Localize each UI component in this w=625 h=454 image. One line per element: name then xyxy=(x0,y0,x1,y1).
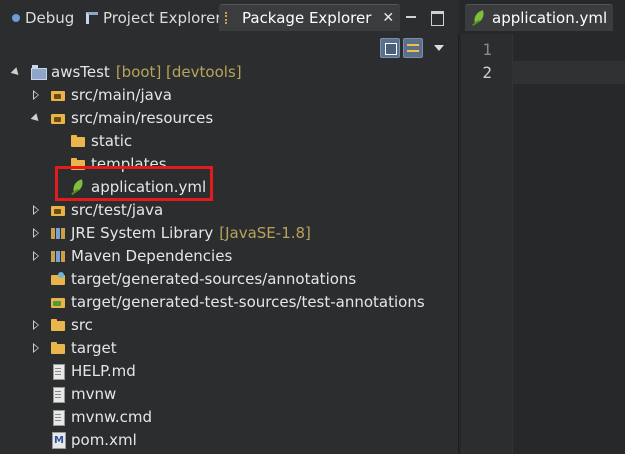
project-icon xyxy=(30,64,47,80)
tree-item-label: src/main/java xyxy=(71,85,172,104)
package-explorer-icon xyxy=(225,12,237,24)
line-number: 1 xyxy=(482,40,492,59)
view-menu-chevron-down-icon[interactable] xyxy=(432,38,446,58)
collapsed-arrow-icon[interactable] xyxy=(30,89,42,101)
tab-label: Project Explorer xyxy=(103,8,222,27)
close-icon[interactable]: ✕ xyxy=(382,10,394,26)
selection-highlight-box xyxy=(55,166,213,201)
generated-folder-icon xyxy=(50,271,66,287)
folder-icon xyxy=(50,340,66,356)
maven-pom-icon xyxy=(50,431,66,449)
tree-item[interactable]: src/test/java xyxy=(33,198,164,221)
folder-icon xyxy=(70,133,86,149)
collapse-all-icon[interactable] xyxy=(380,38,400,58)
debug-icon xyxy=(12,13,20,22)
view-tab-bar: Debug Project Explorer Package Explorer … xyxy=(0,0,459,34)
tab-label: Debug xyxy=(25,8,75,27)
package-explorer-view: Debug Project Explorer Package Explorer … xyxy=(0,0,459,454)
tree-item-label: target/generated-test-sources/test-annot… xyxy=(71,292,425,311)
tab-label: Package Explorer xyxy=(242,9,372,27)
maximize-icon[interactable] xyxy=(430,10,444,26)
tree-item[interactable]: Maven Dependencies xyxy=(33,244,233,267)
collapsed-arrow-icon[interactable] xyxy=(30,342,42,354)
tree-item-label: awsTest xyxy=(51,62,110,81)
tree-item-label: Maven Dependencies xyxy=(71,246,233,265)
view-toolbar xyxy=(380,38,446,60)
collapsed-arrow-icon[interactable] xyxy=(30,250,42,262)
editor-tab-label: application.yml xyxy=(492,9,608,27)
tree-item-label: mvnw.cmd xyxy=(71,407,153,426)
tree-item[interactable]: src xyxy=(33,313,93,336)
tree-item-label: src xyxy=(71,315,93,334)
tab-package-explorer[interactable]: Package Explorer ✕ xyxy=(219,4,401,31)
line-number: 2 xyxy=(482,63,492,82)
tree-item-label: JRE System Library xyxy=(71,223,214,242)
tab-application-yml[interactable]: application.yml xyxy=(465,4,614,31)
minimize-icon[interactable] xyxy=(404,10,418,24)
tree-item[interactable]: HELP.md xyxy=(50,359,136,382)
spring-leaf-icon xyxy=(471,10,487,26)
tree-item[interactable]: src/main/java xyxy=(33,83,172,106)
generated-test-folder-icon xyxy=(50,294,66,310)
tree-item[interactable]: static xyxy=(70,129,132,152)
project-explorer-icon xyxy=(86,11,98,24)
source-folder-icon xyxy=(50,202,66,218)
link-with-editor-icon[interactable] xyxy=(403,38,423,58)
tree-item[interactable]: awsTest [boot] [devtools] xyxy=(30,60,242,83)
tree-item[interactable]: mvnw xyxy=(50,382,116,405)
expanded-arrow-icon[interactable] xyxy=(10,66,22,78)
expanded-arrow-icon[interactable] xyxy=(30,112,42,124)
tree-item-label: target/generated-sources/annotations xyxy=(71,269,357,288)
tree-item-label: src/test/java xyxy=(71,200,164,219)
library-icon xyxy=(50,248,66,264)
tree-item[interactable]: pom.xml xyxy=(50,428,137,451)
tab-project-explorer[interactable]: Project Explorer xyxy=(80,4,228,31)
current-line-highlight[interactable] xyxy=(513,61,625,84)
tree-item[interactable]: target/generated-sources/annotations xyxy=(50,267,356,290)
tree-item[interactable]: src/main/resources xyxy=(50,106,213,129)
source-folder-icon xyxy=(50,87,66,103)
library-icon xyxy=(50,225,66,241)
tree-item-label: src/main/resources xyxy=(71,108,214,127)
file-icon xyxy=(50,409,66,426)
tree-item[interactable]: target xyxy=(33,336,117,359)
tree-item-label: target xyxy=(71,338,117,357)
source-folder-icon xyxy=(50,110,66,126)
tree-item-label: static xyxy=(91,131,133,150)
tree-item-label: pom.xml xyxy=(71,430,137,449)
file-icon xyxy=(50,386,66,403)
folder-icon xyxy=(50,317,66,333)
tree-item-decoration: [JavaSE-1.8] xyxy=(219,223,311,242)
tree-item[interactable]: mvnw.cmd xyxy=(50,405,152,428)
collapsed-arrow-icon[interactable] xyxy=(30,319,42,331)
tree-item[interactable]: JRE System Library [JavaSE-1.8] xyxy=(33,221,311,244)
file-icon xyxy=(50,363,66,380)
tree-item[interactable]: target/generated-test-sources/test-annot… xyxy=(50,290,425,313)
collapsed-arrow-icon[interactable] xyxy=(30,227,42,239)
tree-item-decoration: [boot] [devtools] xyxy=(115,62,242,81)
collapsed-arrow-icon[interactable] xyxy=(30,204,42,216)
tree-item-label: mvnw xyxy=(71,384,117,403)
editor-area: application.yml 1 2 xyxy=(461,0,625,454)
tree-item-label: HELP.md xyxy=(71,361,136,380)
tab-debug[interactable]: Debug xyxy=(6,4,80,31)
line-number-gutter: 1 2 xyxy=(461,34,513,454)
